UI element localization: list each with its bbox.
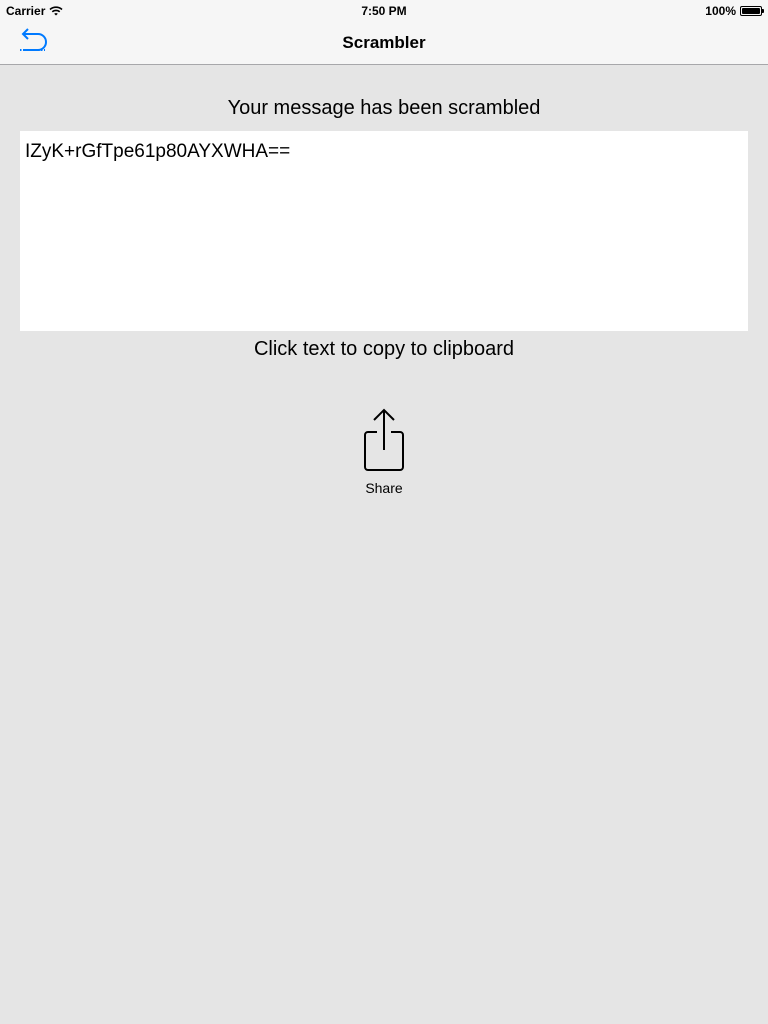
battery-percentage: 100%	[705, 4, 736, 18]
scrambled-text-box[interactable]: IZyK+rGfTpe61p80AYXWHA==	[20, 131, 748, 331]
share-icon	[364, 408, 404, 471]
result-heading: Your message has been scrambled	[227, 97, 541, 119]
share-label: Share	[365, 480, 403, 496]
battery-icon	[740, 6, 764, 16]
scrambled-text[interactable]: IZyK+rGfTpe61p80AYXWHA==	[25, 141, 290, 162]
share-button[interactable]: Share	[344, 408, 424, 504]
battery-indicator: 100%	[705, 4, 764, 18]
clock: 7:50 PM	[361, 4, 407, 18]
copy-hint: Click text to copy to clipboard	[253, 338, 515, 360]
status-bar: Carrier 7:50 PM 100%	[0, 0, 768, 20]
navigation-bar: Scrambler	[0, 20, 768, 65]
page-title: Scrambler	[342, 33, 426, 52]
